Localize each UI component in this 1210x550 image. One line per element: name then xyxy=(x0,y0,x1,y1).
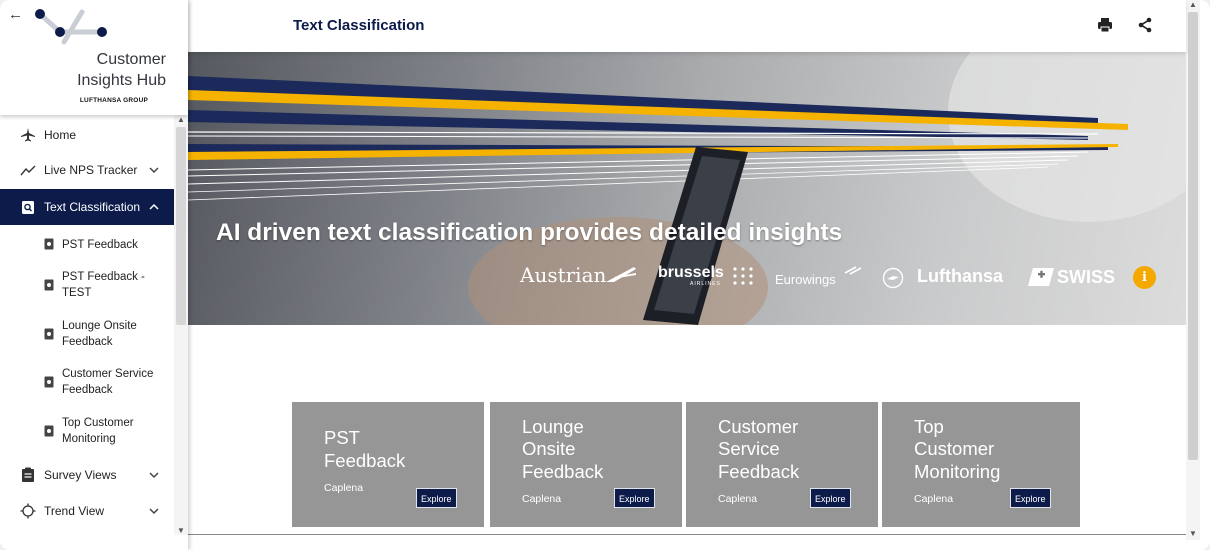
top-bar: Text Classification xyxy=(188,0,1186,52)
subitem-label-line1: Top Customer xyxy=(62,417,134,429)
card-pst-feedback[interactable]: PST Feedback Caplena Explore xyxy=(292,402,484,527)
eurowings-wing-icon xyxy=(844,266,862,275)
sidebar-item-survey-views[interactable]: Survey Views xyxy=(0,463,174,487)
subitem-label-line2: Monitoring xyxy=(62,433,116,445)
austrian-arrow-icon xyxy=(606,267,636,282)
card-title-line2: Service xyxy=(718,438,780,459)
card-customer-service-feedback[interactable]: Customer Service Feedback Caplena Explor… xyxy=(686,402,878,527)
document-icon xyxy=(44,328,54,340)
brussels-sub-label: AIRLINES xyxy=(690,281,721,287)
logo-area: ← Customer Insights Hub LUFTHANSA GROUP xyxy=(0,0,188,115)
scroll-up-arrow-icon[interactable]: ▲ xyxy=(1189,0,1197,9)
card-title-line3: Monitoring xyxy=(914,461,1001,482)
document-search-icon xyxy=(20,199,36,215)
card-title-line1: Customer xyxy=(718,416,799,437)
explore-button[interactable]: Explore xyxy=(1010,488,1051,508)
sidebar-item-trend-view[interactable]: Trend View xyxy=(0,499,174,523)
chevron-down-icon[interactable] xyxy=(148,469,160,481)
chevron-up-icon[interactable] xyxy=(148,201,160,213)
app-name: Customer Insights Hub xyxy=(77,49,166,91)
subitem-label-line2: TEST xyxy=(62,287,92,299)
card-title-line1: PST xyxy=(324,427,360,448)
hub-logo-icon xyxy=(35,9,107,45)
subitem-label-line2: Feedback xyxy=(62,384,113,396)
card-title-line3: Feedback xyxy=(718,461,800,482)
banner-headline: AI driven text classification provides d… xyxy=(216,219,843,246)
sidebar-item-label: Home xyxy=(44,128,77,142)
brussels-logo: brussels xyxy=(658,264,724,281)
sidebar-item-home[interactable]: Home xyxy=(0,123,174,147)
card-title-line2: Feedback xyxy=(324,450,406,471)
explore-button[interactable]: Explore xyxy=(614,488,655,508)
page-title: Text Classification xyxy=(293,17,425,34)
document-icon xyxy=(44,376,54,388)
explore-button[interactable]: Explore xyxy=(810,488,851,508)
scrollbar-thumb[interactable] xyxy=(176,127,186,325)
card-provider: Caplena xyxy=(522,493,562,505)
chevron-down-icon[interactable] xyxy=(148,164,160,176)
subitem-label-line1: PST Feedback - xyxy=(62,271,145,283)
eurowings-logo: Eurowings xyxy=(775,272,836,287)
sidebar-scrollbar[interactable]: ▲ ▼ xyxy=(174,115,188,535)
share-icon[interactable] xyxy=(1136,16,1154,34)
sidebar-item-label: Live NPS Tracker xyxy=(44,163,138,177)
card-provider: Caplena xyxy=(718,493,758,505)
subitem-label-line1: Customer Service xyxy=(62,368,154,380)
austrian-logo: Austrian xyxy=(520,263,607,287)
trend-line-icon xyxy=(20,162,36,178)
app-window: ← Customer Insights Hub LUFTHANSA GROUP xyxy=(0,0,1210,550)
app-name-line1: Customer xyxy=(96,51,166,68)
hero-banner: AI driven text classification provides d… xyxy=(188,52,1186,325)
sidebar-item-live-nps-tracker[interactable]: Live NPS Tracker xyxy=(0,158,174,182)
sidebar-subitem-top-customer-monitoring[interactable]: Top Customer Monitoring xyxy=(0,415,174,447)
scroll-up-arrow-icon[interactable]: ▲ xyxy=(177,115,185,124)
card-provider: Caplena xyxy=(324,482,364,494)
card-title-line1: Top xyxy=(914,416,944,437)
back-arrow-icon[interactable]: ← xyxy=(8,6,23,23)
brussels-dots-icon xyxy=(733,267,753,285)
sidebar-item-label: Text Classification xyxy=(44,200,141,214)
lufthansa-crane-icon xyxy=(882,267,904,289)
group-label: LUFTHANSA GROUP xyxy=(79,97,148,104)
crosshair-icon xyxy=(20,503,36,519)
document-icon xyxy=(44,238,54,250)
card-title-line2: Onsite xyxy=(522,438,576,459)
sidebar-subitem-pst-feedback-test[interactable]: PST Feedback - TEST xyxy=(0,269,174,301)
card-top-customer-monitoring[interactable]: Top Customer Monitoring Caplena Explore xyxy=(882,402,1080,527)
info-icon[interactable]: i xyxy=(1133,266,1156,289)
main-scrollbar[interactable]: ▲ ▼ xyxy=(1186,0,1200,540)
card-provider: Caplena xyxy=(914,493,954,505)
sidebar-item-label: Trend View xyxy=(44,504,105,518)
card-title-line3: Feedback xyxy=(522,461,604,482)
sidebar-subitem-customer-service-feedback[interactable]: Customer Service Feedback xyxy=(0,366,174,398)
divider xyxy=(188,534,1186,535)
airplane-icon xyxy=(20,127,36,143)
card-lounge-onsite-feedback[interactable]: Lounge Onsite Feedback Caplena Explore xyxy=(490,402,682,527)
sidebar-subitem-lounge-onsite-feedback[interactable]: Lounge Onsite Feedback xyxy=(0,318,174,350)
subitem-label: PST Feedback xyxy=(62,239,138,251)
document-icon xyxy=(44,425,54,437)
sidebar: ← Customer Insights Hub LUFTHANSA GROUP xyxy=(0,0,188,550)
sidebar-item-text-classification[interactable]: Text Classification xyxy=(0,189,174,225)
scroll-down-arrow-icon[interactable]: ▼ xyxy=(1189,529,1197,538)
card-title-line2: Customer xyxy=(914,438,995,459)
subitem-label-line2: Feedback xyxy=(62,336,113,348)
app-name-line2: Insights Hub xyxy=(77,72,166,89)
sidebar-nav: Home Live NPS Tracker Text Classificatio… xyxy=(0,115,174,535)
explore-button[interactable]: Explore xyxy=(416,488,457,508)
print-icon[interactable] xyxy=(1096,16,1114,34)
card-title-line1: Lounge xyxy=(522,416,584,437)
swiss-logo: SWISS xyxy=(1057,267,1116,287)
chevron-down-icon[interactable] xyxy=(148,505,160,517)
lufthansa-logo: Lufthansa xyxy=(917,266,1004,286)
subitem-label-line1: Lounge Onsite xyxy=(62,320,137,332)
clipboard-icon xyxy=(20,467,36,483)
swiss-flag-icon xyxy=(1028,268,1054,286)
scrollbar-thumb[interactable] xyxy=(1188,12,1198,460)
document-icon xyxy=(44,279,54,291)
sidebar-subitem-pst-feedback[interactable]: PST Feedback xyxy=(0,235,174,255)
sidebar-item-label: Survey Views xyxy=(44,468,117,482)
scroll-down-arrow-icon[interactable]: ▼ xyxy=(177,526,185,535)
